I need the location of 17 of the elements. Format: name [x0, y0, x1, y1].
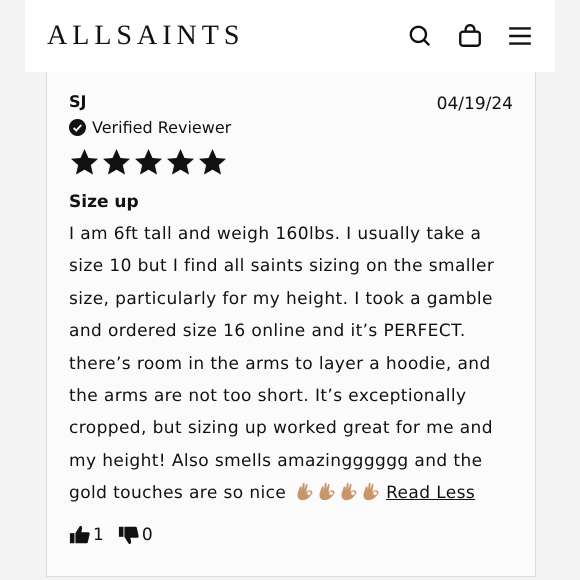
check-icon — [69, 119, 86, 136]
ok-hand-icon — [318, 481, 336, 502]
reviewer-name: SJ — [69, 92, 86, 111]
thumbs-up-icon — [69, 524, 91, 546]
brand-logo[interactable]: ALLSAINTS — [47, 20, 407, 52]
ok-hand-icon — [340, 481, 358, 502]
ok-hand-icon — [296, 481, 314, 502]
helpful-button[interactable]: 1 — [69, 524, 104, 546]
review-text: I am 6ft tall and weigh 160lbs. I usually take a size 10 but I find all saints sizing on the smaller size, particularly for my height. I took a gamble and ordered size 16 online and it’s PERFECT. there’s room in the arms to layer a hoodie, and the arms are not too short. It’s exceptionally cropped, but sizing up worked great for me and my height! Also smells amazingggggg and the gold touches are so nice Read Less — [69, 223, 496, 506]
review-date: 04/19/24 — [436, 94, 513, 114]
search-icon[interactable] — [407, 23, 433, 49]
review-title: Size up — [69, 192, 140, 212]
unhelpful-button[interactable]: 0 — [118, 524, 153, 546]
read-less-link[interactable]: Read Less — [386, 483, 476, 504]
ok-hand-icon — [362, 481, 380, 502]
verified-label: Verified Reviewer — [92, 118, 232, 137]
bag-icon[interactable] — [457, 23, 483, 49]
